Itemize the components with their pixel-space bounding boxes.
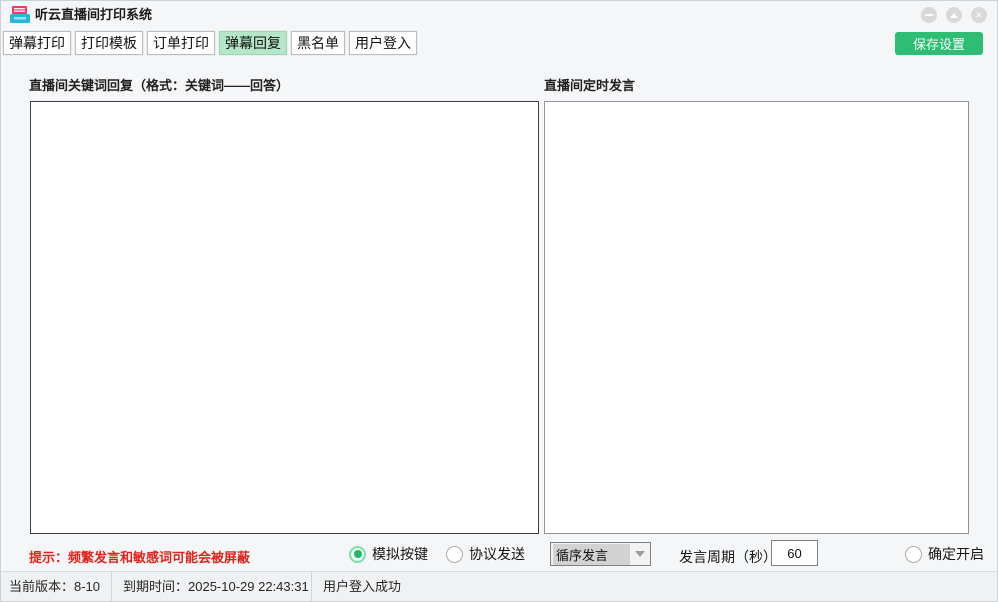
login-status-text: 用户登入成功 <box>323 572 401 602</box>
minimize-button[interactable] <box>921 7 937 23</box>
tab-danmu-reply[interactable]: 弹幕回复 <box>219 31 287 55</box>
radio-selected-icon <box>349 546 366 563</box>
radio-unselected-icon <box>446 546 463 563</box>
window-title: 听云直播间打印系统 <box>35 1 152 29</box>
tab-user-login[interactable]: 用户登入 <box>349 31 417 55</box>
timed-speech-textarea[interactable] <box>544 101 969 534</box>
confirm-start-radio[interactable]: 确定开启 <box>905 544 984 564</box>
tab-danmu-print[interactable]: 弹幕打印 <box>3 31 71 55</box>
status-divider <box>311 572 312 602</box>
tab-order-print[interactable]: 订单打印 <box>147 31 215 55</box>
tab-blacklist[interactable]: 黑名单 <box>291 31 345 55</box>
expire-time-text: 到期时间：2025-10-29 22:43:31 <box>123 572 309 602</box>
speech-mode-select[interactable]: 循序发言 <box>550 542 651 566</box>
status-bar: 当前版本：8-10 到期时间：2025-10-29 22:43:31 用户登入成… <box>1 571 997 601</box>
maximize-icon <box>950 13 958 18</box>
version-text: 当前版本：8-10 <box>9 572 100 602</box>
app-window: 听云直播间打印系统 ✕ 弹幕打印 打印模板 订单打印 弹幕回复 黑名单 用户登入… <box>0 0 998 602</box>
speech-period-input[interactable] <box>771 540 818 566</box>
tab-bar: 弹幕打印 打印模板 订单打印 弹幕回复 黑名单 用户登入 <box>3 31 417 55</box>
keyword-reply-textarea[interactable] <box>30 101 539 534</box>
save-settings-button[interactable]: 保存设置 <box>895 32 983 55</box>
speech-period-label: 发言周期（秒） <box>679 547 777 567</box>
timed-speech-label: 直播间定时发言 <box>544 75 635 94</box>
printer-icon <box>9 5 31 25</box>
protocol-send-radio[interactable]: 协议发送 <box>446 544 525 564</box>
simulate-key-radio[interactable]: 模拟按键 <box>349 544 428 564</box>
close-icon: ✕ <box>975 11 983 20</box>
simulate-key-label: 模拟按键 <box>372 544 428 564</box>
close-button[interactable]: ✕ <box>971 7 987 23</box>
maximize-button[interactable] <box>946 7 962 23</box>
speech-mode-value: 循序发言 <box>553 544 630 565</box>
protocol-send-label: 协议发送 <box>469 544 525 564</box>
window-controls: ✕ <box>921 7 987 23</box>
minimize-icon <box>925 14 933 16</box>
frequency-warning-text: 提示：频繁发言和敏感词可能会被屏蔽 <box>29 547 250 566</box>
confirm-start-label: 确定开启 <box>928 544 984 564</box>
titlebar: 听云直播间打印系统 ✕ <box>1 1 997 29</box>
radio-unselected-icon <box>905 546 922 563</box>
chevron-down-icon <box>630 551 650 557</box>
status-divider <box>111 572 112 602</box>
keyword-reply-label: 直播间关键词回复（格式：关键词——回答） <box>29 75 289 94</box>
tab-print-template[interactable]: 打印模板 <box>75 31 143 55</box>
